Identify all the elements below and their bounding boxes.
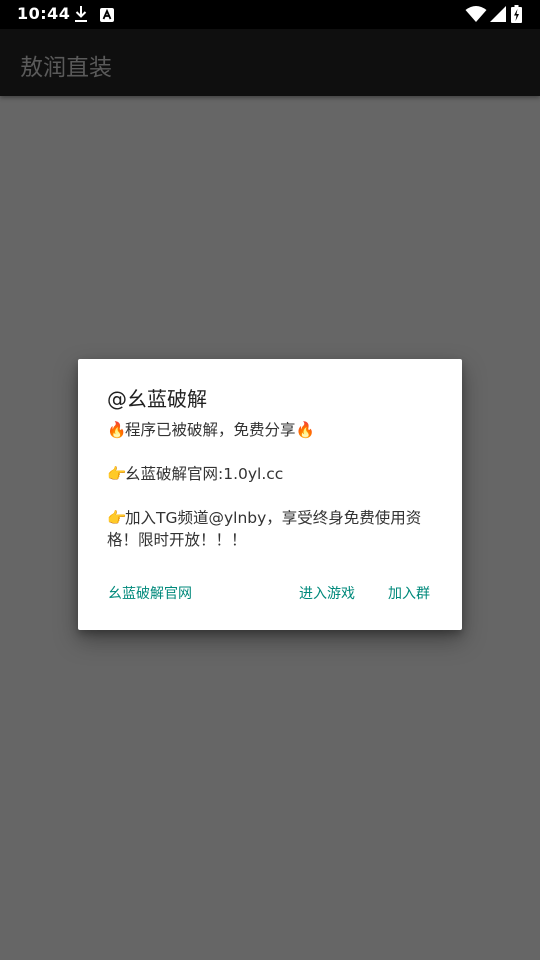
- fire-icon: 🔥: [295, 421, 315, 439]
- message-line-website: 👉幺蓝破解官网:1.0yl.cc: [107, 465, 284, 483]
- dialog-title: @幺蓝破解: [107, 387, 207, 411]
- a-badge-icon: [100, 7, 114, 26]
- status-bar: 10:44: [0, 0, 540, 29]
- enter-game-button[interactable]: 进入游戏: [299, 583, 355, 603]
- website-button[interactable]: 幺蓝破解官网: [108, 583, 192, 603]
- screen: 10:44 敖润直装 @幺蓝破解 🔥程序已被破解，免费分享🔥 👉幺蓝破解官网:1…: [0, 0, 540, 960]
- download-icon: [73, 5, 89, 27]
- message-line-cracked: 🔥程序已被破解，免费分享🔥: [107, 421, 315, 439]
- join-group-button[interactable]: 加入群: [388, 583, 430, 603]
- app-title: 敖润直装: [20, 55, 112, 81]
- pointing-hand-icon: 👉: [107, 465, 127, 483]
- status-time: 10:44: [17, 4, 71, 23]
- dialog-message: 🔥程序已被破解，免费分享🔥 👉幺蓝破解官网:1.0yl.cc 👉加入TG频道@y…: [107, 419, 437, 551]
- message-line-telegram: 👉加入TG频道@ylnby，享受终身免费使用资格！限时开放！！！: [107, 509, 422, 549]
- app-bar: 敖润直装: [0, 29, 540, 96]
- fire-icon: 🔥: [107, 421, 127, 439]
- wifi-icon: [465, 6, 487, 27]
- pointing-hand-icon: 👉: [107, 509, 127, 527]
- signal-icon: [490, 6, 506, 26]
- battery-charging-icon: [511, 5, 522, 27]
- alert-dialog: @幺蓝破解 🔥程序已被破解，免费分享🔥 👉幺蓝破解官网:1.0yl.cc 👉加入…: [78, 359, 462, 630]
